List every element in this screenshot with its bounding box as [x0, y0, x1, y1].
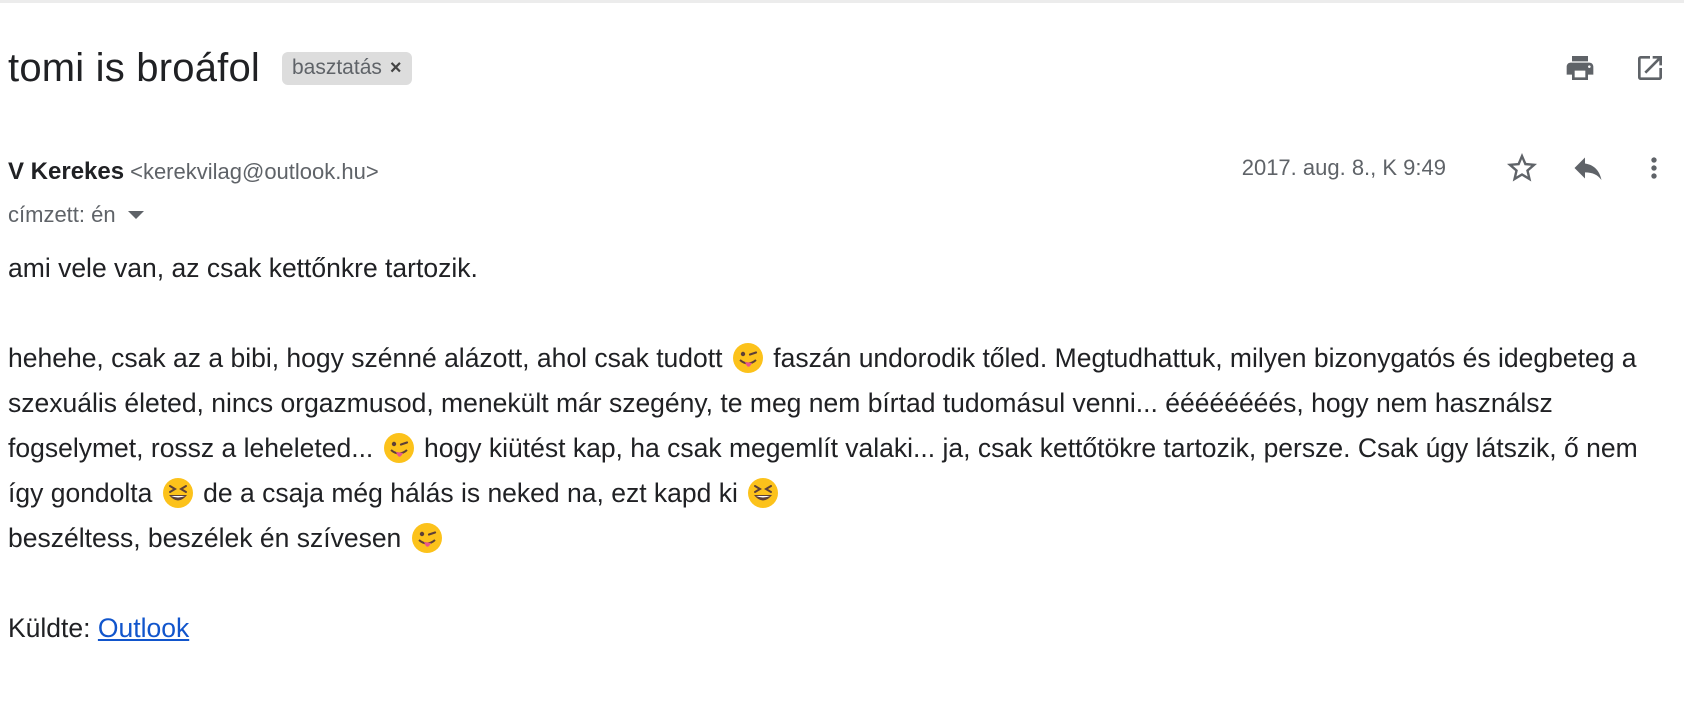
top-divider — [0, 0, 1684, 3]
sender-row: V Kerekes <kerekvilag@outlook.hu> — [8, 158, 379, 186]
signature-prefix: Küldte: — [8, 613, 91, 643]
open-in-new-icon[interactable] — [1630, 48, 1670, 88]
body-text-e: beszéltess, beszélek én szívesen — [8, 523, 402, 553]
grinning-squinting-emoji — [748, 478, 779, 508]
print-icon[interactable] — [1560, 48, 1600, 88]
star-icon[interactable] — [1502, 148, 1542, 188]
winking-tongue-emoji — [732, 343, 763, 373]
more-vert-icon[interactable] — [1634, 148, 1674, 188]
signature: Küldte: Outlook — [8, 606, 1668, 651]
body-line-1: ami vele van, az csak kettőnkre tartozik… — [8, 253, 478, 283]
body-text-a: hehehe, csak az a bibi, hogy szénné aláz… — [8, 343, 723, 373]
label-chip[interactable]: basztatás × — [281, 51, 412, 85]
body-paragraph-2: hehehe, csak az a bibi, hogy szénné aláz… — [8, 336, 1668, 561]
remove-label-icon[interactable]: × — [390, 57, 402, 80]
winking-tongue-emoji — [411, 523, 442, 553]
body-text-d: de a csaja még hálás is neked na, ezt ka… — [203, 478, 738, 508]
reply-icon[interactable] — [1568, 148, 1608, 188]
message-meta: 2017. aug. 8., K 9:49 — [1242, 148, 1674, 188]
grinning-squinting-emoji — [162, 478, 193, 508]
sender-email: <kerekvilag@outlook.hu> — [130, 159, 379, 184]
message-date: 2017. aug. 8., K 9:49 — [1241, 155, 1446, 180]
recipient-text: címzett: én — [8, 202, 116, 227]
chevron-down-icon[interactable] — [127, 211, 144, 219]
label-chip-text: basztatás — [291, 56, 382, 79]
email-subject: tomi is broáfol — [8, 45, 260, 90]
winking-tongue-emoji — [383, 433, 414, 463]
thread-actions — [1560, 48, 1670, 88]
outlook-link[interactable]: Outlook — [98, 613, 189, 643]
subject-row: tomi is broáfol basztatás × — [8, 40, 1684, 96]
recipient-row: címzett: én — [8, 202, 144, 228]
message-body: ami vele van, az csak kettőnkre tartozik… — [8, 246, 1668, 651]
sender-name[interactable]: V Kerekes — [8, 158, 124, 185]
